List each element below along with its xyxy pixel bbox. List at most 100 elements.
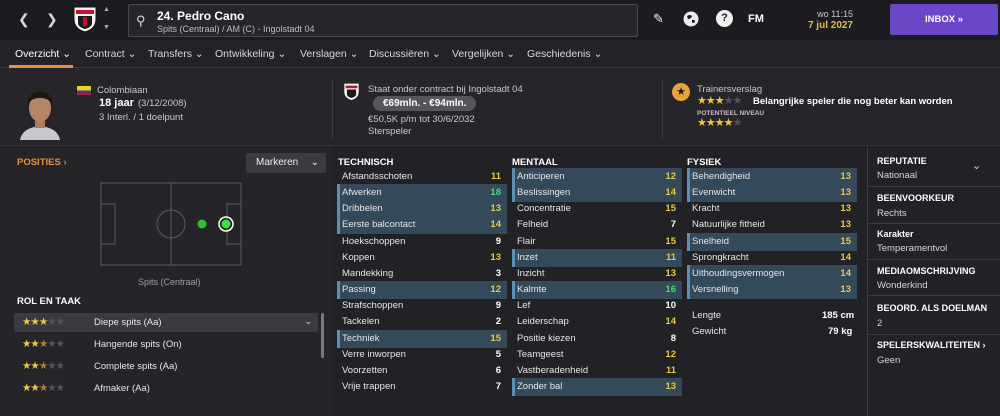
transfer-value: €69mln. - €94mln. (383, 98, 467, 109)
colombia-flag-icon (77, 86, 91, 95)
chevron-down-icon: ⌄ (593, 48, 603, 60)
current-ability-stars: ★★★★★ (697, 95, 742, 107)
world-globe-icon[interactable] (682, 10, 700, 28)
transfer-value-pill[interactable]: €69mln. - €94mln. (373, 96, 476, 111)
secondary-position-dot (197, 219, 207, 229)
chevron-down-icon: ⌄ (62, 48, 72, 60)
attribute-row[interactable]: Versnelling 13 (687, 281, 857, 300)
help-icon[interactable]: ? (716, 10, 733, 27)
goalkeeper-rating-value: 2 (877, 318, 883, 329)
divider (332, 80, 333, 138)
tab-geschiedenis[interactable]: Geschiedenis ⌄ (527, 48, 602, 60)
chevron-down-icon: ⌄ (194, 48, 204, 60)
chevron-down-icon: ⌄ (506, 48, 516, 60)
double-chevron-right-icon: » (957, 14, 964, 25)
role-item[interactable]: ★★★★★ Afmaker (Aa) (14, 379, 318, 398)
divider (868, 186, 1000, 187)
role-stars: ★★★★★ (22, 316, 65, 328)
top-bar: ❮ ❯ ▲ ▼ ⚲ 24. Pedro Cano Spits (Centraal… (0, 0, 1000, 40)
role-name: Complete spits (Aa) (94, 361, 178, 372)
game-clock[interactable]: wo 11:15 7 jul 2027 (787, 8, 853, 32)
weight-value: 79 kg (828, 326, 853, 337)
fm-logo[interactable]: FM (748, 13, 764, 25)
attribute-value: 7 (495, 380, 501, 392)
tab-overzicht[interactable]: Overzicht ⌄ (15, 48, 71, 60)
birthdate: (3/12/2008) (138, 98, 187, 109)
chevron-down-icon: ⌄ (349, 48, 359, 60)
potential-ability-stars: ★★★★★ (697, 117, 742, 129)
club-crest-icon[interactable] (72, 5, 98, 33)
role-name: Hangende spits (On) (94, 339, 182, 350)
attribute-name: Versnelling (692, 284, 739, 296)
squad-status: Sterspeler (368, 126, 412, 137)
divider (662, 80, 663, 138)
player-portrait (18, 86, 62, 140)
chevron-down-icon: ⌄ (310, 157, 319, 168)
preferred-foot-value: Rechts (877, 208, 907, 219)
positions-heading[interactable]: POSITIES › (17, 157, 67, 168)
roles-heading: ROL EN TAAK (17, 296, 82, 307)
attribute-name: Zonder bal (517, 380, 563, 392)
club-crest-small-icon[interactable] (343, 82, 360, 101)
player-age: 18 jaar (99, 97, 134, 109)
chevron-right-icon: › (63, 157, 67, 168)
player-search-box[interactable]: ⚲ 24. Pedro Cano Spits (Centraal) / AM (… (128, 4, 638, 37)
star-badge-icon: ★ (672, 83, 690, 101)
international-caps[interactable]: 3 Interl. / 1 doelpunt (99, 112, 183, 123)
tab-ontwikkeling[interactable]: Ontwikkeling ⌄ (215, 48, 286, 60)
media-description-heading: MEDIAOMSCHRIJVING (877, 266, 976, 276)
wage-info: €50,5K p/m tot 30/6/2032 (368, 114, 475, 125)
reputation-value: Nationaal (877, 170, 918, 181)
role-name: Diepe spits (Aa) (94, 317, 162, 328)
goalkeeper-rating-heading: BEOORD. ALS DOELMAN (877, 303, 988, 313)
attribute-row[interactable]: Zonder bal 13 (512, 377, 682, 396)
attribute-name: Vrije trappen (342, 380, 396, 392)
reputation-heading: REPUTATIE (877, 156, 927, 166)
height-label: Lengte (692, 310, 722, 321)
player-traits-value: Geen (877, 355, 901, 366)
tab-verslagen[interactable]: Verslagen ⌄ (300, 48, 358, 60)
tab-discussieren[interactable]: Discussiëren ⌄ (369, 48, 441, 60)
role-stars: ★★★★★ (22, 360, 65, 372)
mental-heading: MENTAAL (512, 157, 558, 168)
back-arrow-icon[interactable]: ❮ (18, 11, 30, 28)
info-panel: REPUTATIE ⌄ Nationaal BEENVOORKEUR Recht… (867, 146, 1000, 416)
divider (868, 259, 1000, 260)
contract-status: Staat onder contract bij Ingolstadt 04 (368, 84, 523, 95)
divider (868, 295, 1000, 296)
role-item[interactable]: ★★★★★ Hangende spits (On) (14, 335, 318, 354)
role-stars: ★★★★★ (22, 382, 65, 394)
chevron-down-icon[interactable]: ⌄ (972, 159, 981, 172)
search-icon[interactable]: ⚲ (136, 13, 146, 29)
position-pitch[interactable] (100, 182, 242, 266)
divider (868, 223, 1000, 224)
role-item[interactable]: ★★★★★ Diepe spits (Aa) ⌄ (14, 313, 318, 332)
weight-label: Gewicht (692, 326, 727, 337)
highlight-dropdown[interactable]: Markeren ⌄ (246, 153, 326, 173)
main-position-dot (221, 219, 231, 229)
tab-bar: Overzicht ⌄ Contract ⌄ Transfers ⌄ Ontwi… (0, 40, 1000, 68)
tab-vergelijken[interactable]: Vergelijken ⌄ (452, 48, 515, 60)
attribute-value: 13 (840, 284, 851, 296)
forward-arrow-icon[interactable]: ❯ (46, 11, 58, 28)
player-subtitle: Spits (Centraal) / AM (C) - Ingolstadt 0… (157, 24, 315, 34)
club-chevron-down-icon[interactable]: ▼ (103, 24, 110, 31)
tab-contract[interactable]: Contract ⌄ (85, 48, 136, 60)
clock-time: wo 11:15 (817, 9, 853, 19)
roles-scrollbar[interactable] (321, 313, 324, 358)
tab-transfers[interactable]: Transfers ⌄ (148, 48, 204, 60)
club-chevron-up-icon[interactable]: ▲ (103, 6, 110, 13)
dropdown-label: Markeren (256, 157, 299, 168)
media-description-value: Wonderkind (877, 280, 928, 291)
attribute-row[interactable]: Vrije trappen 7 (337, 378, 507, 396)
player-traits-heading[interactable]: SPELERSKWALITEITEN › (877, 340, 986, 350)
chevron-down-icon: ⌄ (304, 316, 312, 326)
role-item[interactable]: ★★★★★ Complete spits (Aa) (14, 357, 318, 376)
nationality: Colombiaan (97, 85, 148, 96)
edit-pencil-icon[interactable]: ✎ (653, 11, 664, 27)
scout-verdict: Belangrijke speler die nog beter kan wor… (753, 96, 953, 107)
physical-heading: FYSIEK (687, 157, 722, 168)
chevron-down-icon: ⌄ (127, 48, 137, 60)
inbox-button[interactable]: INBOX » (890, 4, 998, 35)
attribute-value: 13 (665, 380, 676, 392)
